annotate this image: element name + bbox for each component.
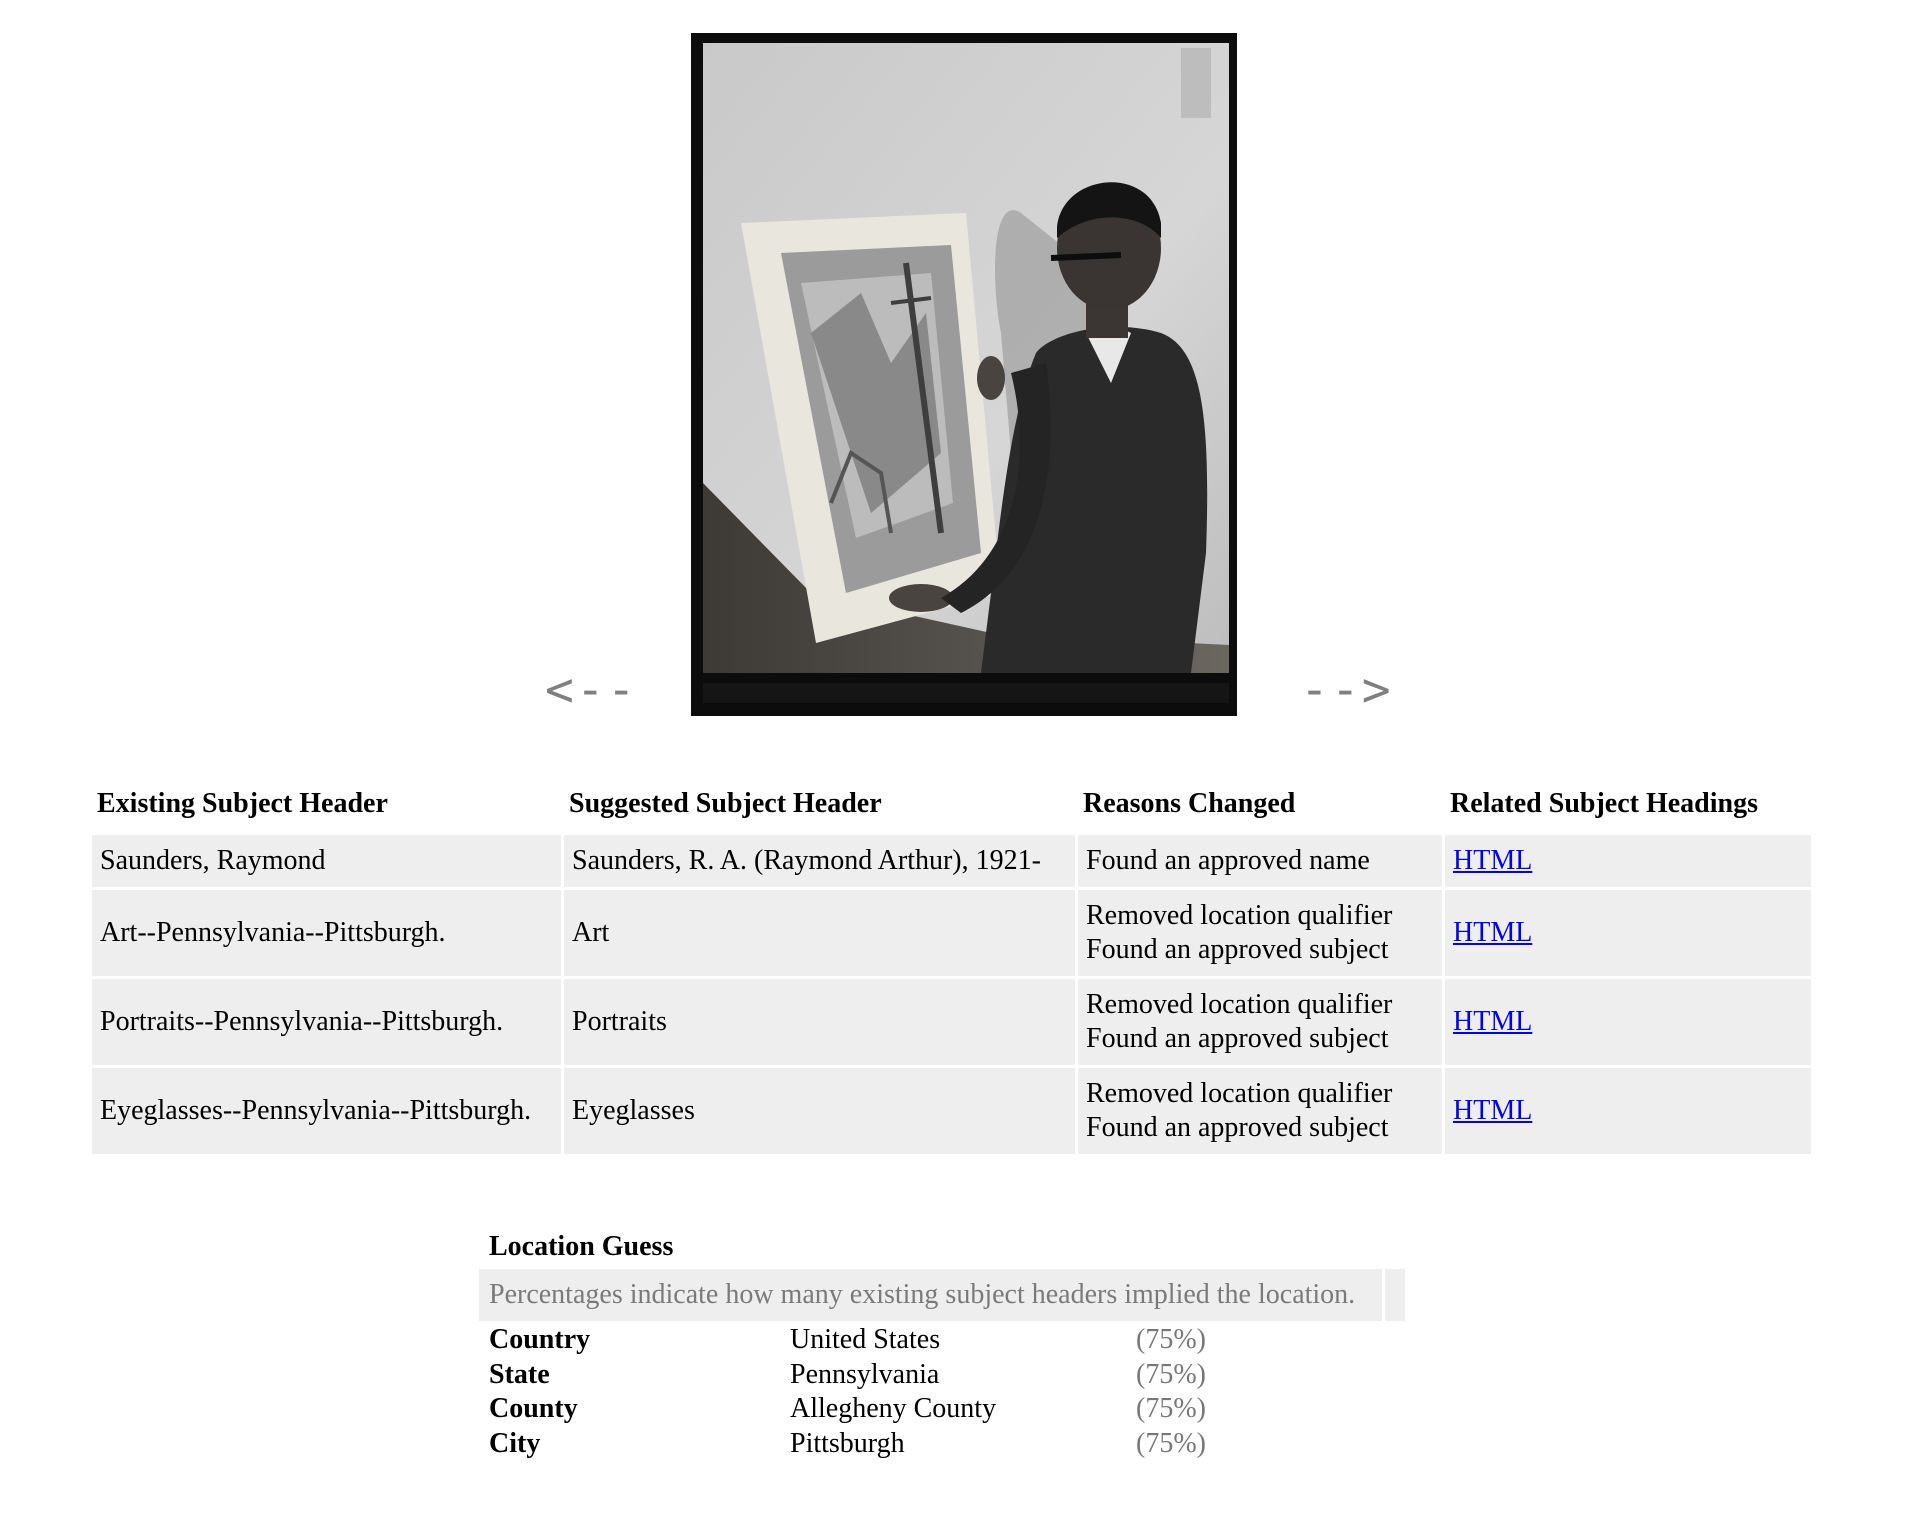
reasons-cell: Removed location qualifier Found an appr… [1078,890,1442,976]
location-guess-section: Location Guess Percentages indicate how … [479,1225,1405,1461]
table-row: Portraits--Pennsylvania--Pittsburgh. Por… [92,979,1811,1065]
location-value: United States [790,1324,941,1355]
location-guess-list: Country United States (75%) State Pennsy… [489,1323,1405,1461]
photo-viewer: <-- --> [0,0,1930,730]
reasons-cell: Found an approved name [1078,835,1442,887]
table-row: Eyeglasses--Pennsylvania--Pittsburgh. Ey… [92,1068,1811,1154]
related-html-link[interactable]: HTML [1453,1006,1532,1037]
column-header-suggested: Suggested Subject Header [564,780,1075,832]
table-header-row: Existing Subject Header Suggested Subjec… [92,780,1811,832]
reason-text: Removed location qualifier [1086,989,1393,1020]
location-key: City [489,1427,541,1459]
existing-header-cell: Art--Pennsylvania--Pittsburgh. [92,890,561,976]
reasons-cell: Removed location qualifier Found an appr… [1078,1068,1442,1154]
suggested-header-cell: Saunders, R. A. (Raymond Arthur), 1921- [564,835,1075,887]
photo [691,33,1237,716]
suggested-header-cell: Art [564,890,1075,976]
suggested-header-cell: Eyeglasses [564,1068,1075,1154]
related-cell: HTML [1445,890,1811,976]
location-percentage: (75%) [1136,1393,1206,1424]
existing-header-cell: Eyeglasses--Pennsylvania--Pittsburgh. [92,1068,561,1154]
related-cell: HTML [1445,979,1811,1065]
related-html-link[interactable]: HTML [1453,917,1532,948]
previous-arrow[interactable]: <-- [545,666,638,714]
location-row-country: Country United States (75%) [489,1323,1405,1358]
table-row: Saunders, Raymond Saunders, R. A. (Raymo… [92,835,1811,887]
related-cell: HTML [1445,835,1811,887]
location-value: Allegheny County [790,1393,997,1424]
location-guess-note: Percentages indicate how many existing s… [479,1269,1405,1321]
location-key: State [489,1358,550,1390]
location-guess-title: Location Guess [489,1231,674,1262]
existing-header-cell: Saunders, Raymond [92,835,561,887]
location-percentage: (75%) [1136,1358,1206,1390]
suggested-header-cell: Portraits [564,979,1075,1065]
next-arrow[interactable]: --> [1300,666,1393,714]
location-row-state: State Pennsylvania (75%) [489,1358,1405,1393]
reason-text: Found an approved subject [1086,1112,1389,1143]
column-header-related: Related Subject Headings [1445,780,1811,832]
reason-text: Found an approved subject [1086,1023,1389,1054]
reasons-cell: Removed location qualifier Found an appr… [1078,979,1442,1065]
reason-text: Found an approved name [1086,845,1370,876]
related-html-link[interactable]: HTML [1453,845,1532,876]
location-percentage: (75%) [1136,1324,1206,1355]
location-value: Pennsylvania [790,1358,940,1390]
reason-text: Removed location qualifier [1086,900,1393,931]
related-html-link[interactable]: HTML [1453,1095,1532,1126]
photo-image [691,33,1237,716]
subject-headers-table: Existing Subject Header Suggested Subjec… [89,777,1814,1157]
location-key: Country [489,1324,591,1355]
reason-text: Removed location qualifier [1086,1078,1393,1109]
location-percentage: (75%) [1136,1427,1206,1459]
location-row-city: City Pittsburgh (75%) [489,1427,1405,1462]
related-cell: HTML [1445,1068,1811,1154]
location-key: County [489,1393,578,1424]
existing-header-cell: Portraits--Pennsylvania--Pittsburgh. [92,979,561,1065]
column-header-reasons: Reasons Changed [1078,780,1442,832]
table-row: Art--Pennsylvania--Pittsburgh. Art Remov… [92,890,1811,976]
location-row-county: County Allegheny County (75%) [489,1392,1405,1427]
reason-text: Found an approved subject [1086,934,1389,965]
column-header-existing: Existing Subject Header [92,780,561,832]
location-value: Pittsburgh [790,1427,905,1459]
